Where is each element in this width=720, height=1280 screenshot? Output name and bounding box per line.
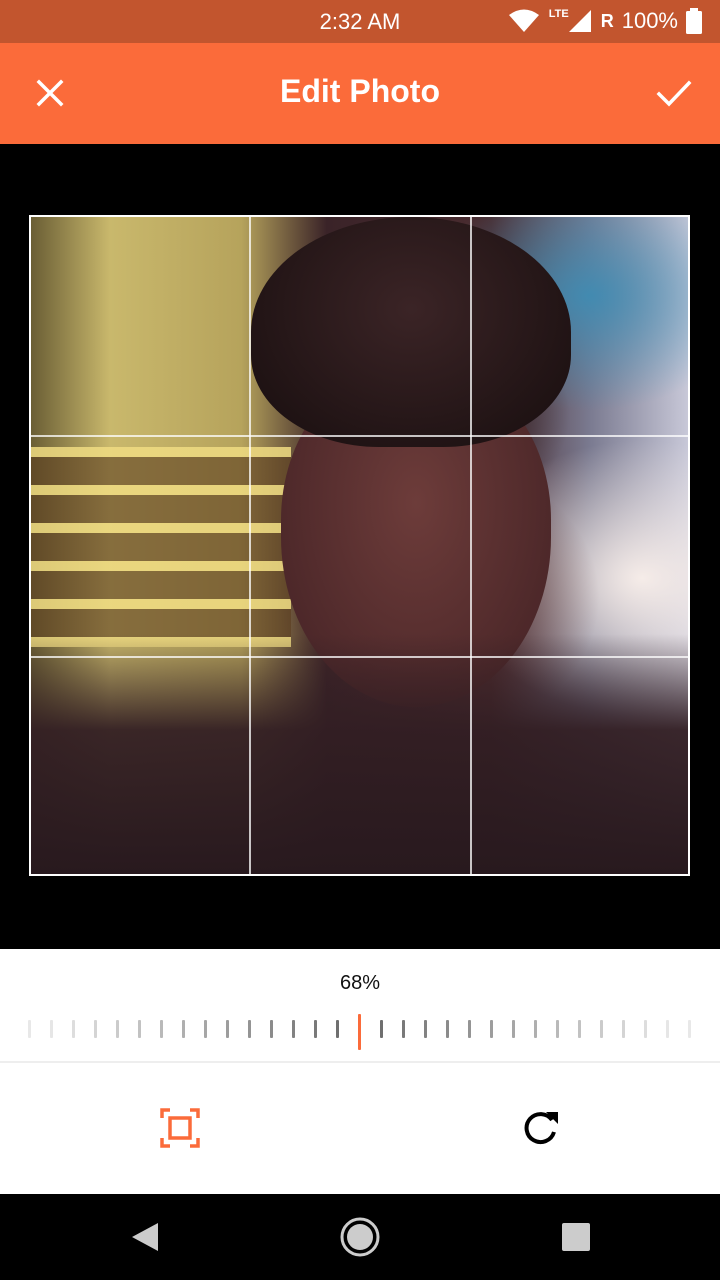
rotate-button[interactable]: [516, 1104, 564, 1152]
ruler-tick: [688, 1020, 691, 1038]
ruler-tick: [94, 1020, 97, 1038]
crop-grid-line: [31, 656, 688, 658]
status-bar: 2:32 AM LTE R 100%: [0, 0, 720, 43]
crop-photo[interactable]: [29, 215, 690, 876]
ruler-tick: [248, 1020, 251, 1038]
crop-grid-line: [31, 435, 688, 437]
back-triangle-icon: [132, 1223, 158, 1251]
ruler-tick: [534, 1020, 537, 1038]
ruler-tick: [468, 1020, 471, 1038]
status-icons: LTE R 100%: [507, 8, 702, 34]
check-icon: [656, 80, 692, 107]
ruler-tick: [204, 1020, 207, 1038]
ruler-tick: [600, 1020, 603, 1038]
battery-percent: 100%: [621, 8, 678, 33]
ruler-tick: [160, 1020, 163, 1038]
ruler-tick: [314, 1020, 317, 1038]
done-button[interactable]: [650, 69, 698, 117]
network-type: LTE: [548, 8, 569, 20]
recents-button[interactable]: [555, 1216, 597, 1258]
home-button[interactable]: [339, 1216, 381, 1258]
photo-subject-hair: [251, 217, 571, 447]
ruler-tick: [490, 1020, 493, 1038]
crop-grid-line: [249, 217, 251, 874]
ruler-tick: [402, 1020, 405, 1038]
ruler-tick: [578, 1020, 581, 1038]
ruler-tick: [622, 1020, 625, 1038]
ruler-tick: [336, 1020, 339, 1038]
roaming-indicator: R: [600, 10, 614, 31]
ruler-tick: [226, 1020, 229, 1038]
ruler-tick: [446, 1020, 449, 1038]
ruler-tick: [270, 1020, 273, 1038]
cell-signal-icon: [568, 10, 591, 32]
crop-grid-line: [470, 217, 472, 874]
ruler-tick: [380, 1020, 383, 1038]
battery-icon: [686, 8, 702, 34]
edit-controls: 68%: [0, 949, 720, 1194]
crop-frame-icon: [160, 1108, 200, 1148]
recents-square-icon: [562, 1223, 590, 1251]
photo-subject-shirt: [31, 634, 688, 874]
divider: [0, 1061, 720, 1063]
ruler-tick: [28, 1020, 31, 1038]
rotate-icon: [524, 1112, 558, 1145]
wifi-icon: [508, 9, 539, 32]
page-title: Edit Photo: [280, 73, 440, 109]
ruler-tick: [182, 1020, 185, 1038]
ruler-tick: [116, 1020, 119, 1038]
app-toolbar: Edit Photo: [0, 43, 720, 144]
ruler-indicator: [358, 1014, 361, 1050]
ruler-tick: [138, 1020, 141, 1038]
ruler-tick: [424, 1020, 427, 1038]
zoom-ruler-slider[interactable]: [0, 1014, 720, 1050]
photo-background-detail: [31, 447, 291, 647]
ruler-tick: [72, 1020, 75, 1038]
ruler-tick: [512, 1020, 515, 1038]
ruler-tick: [50, 1020, 53, 1038]
navigation-bar: [0, 1194, 720, 1280]
ruler-tick: [556, 1020, 559, 1038]
zoom-value: 68%: [339, 972, 381, 994]
ruler-tick: [292, 1020, 295, 1038]
home-circle-icon: [340, 1217, 380, 1257]
crop-button[interactable]: [156, 1104, 204, 1152]
ruler-tick: [644, 1020, 647, 1038]
ruler-tick: [666, 1020, 669, 1038]
back-button[interactable]: [126, 1216, 168, 1258]
